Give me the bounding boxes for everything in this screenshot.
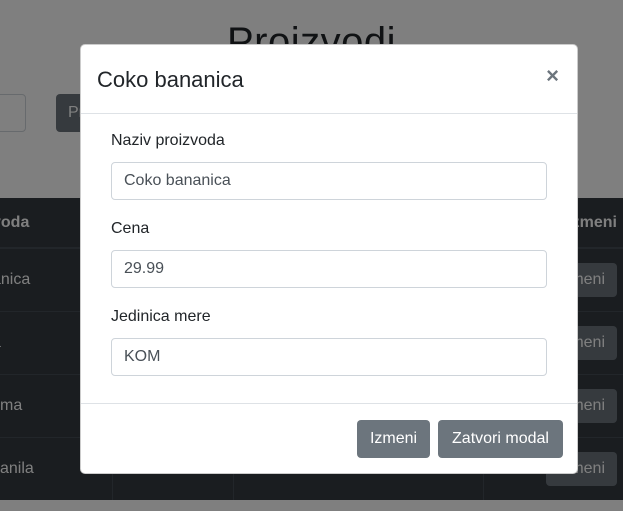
close-modal-button[interactable]: Zatvori modal [438,420,563,458]
unit-label: Jedinica mere [111,308,211,325]
modal-body: Naziv proizvoda Cena Jedinica mere [81,114,577,404]
edit-product-modal: Coko bananica × Naziv proizvoda Cena Jed… [80,44,578,474]
modal-title: Coko bananica [97,67,244,92]
modal-footer: Izmeni Zatvori modal [81,404,577,474]
unit-input[interactable] [111,338,547,376]
edit-button[interactable]: Izmeni [357,420,430,458]
form-group-price: Cena [111,220,547,288]
close-icon[interactable]: × [546,63,559,89]
modal-header: Coko bananica × [81,45,577,114]
name-label: Naziv proizvoda [111,132,225,149]
form-group-unit: Jedinica mere [111,308,547,376]
price-label: Cena [111,220,150,237]
price-input[interactable] [111,250,547,288]
name-input[interactable] [111,162,547,200]
form-group-name: Naziv proizvoda [111,132,547,200]
